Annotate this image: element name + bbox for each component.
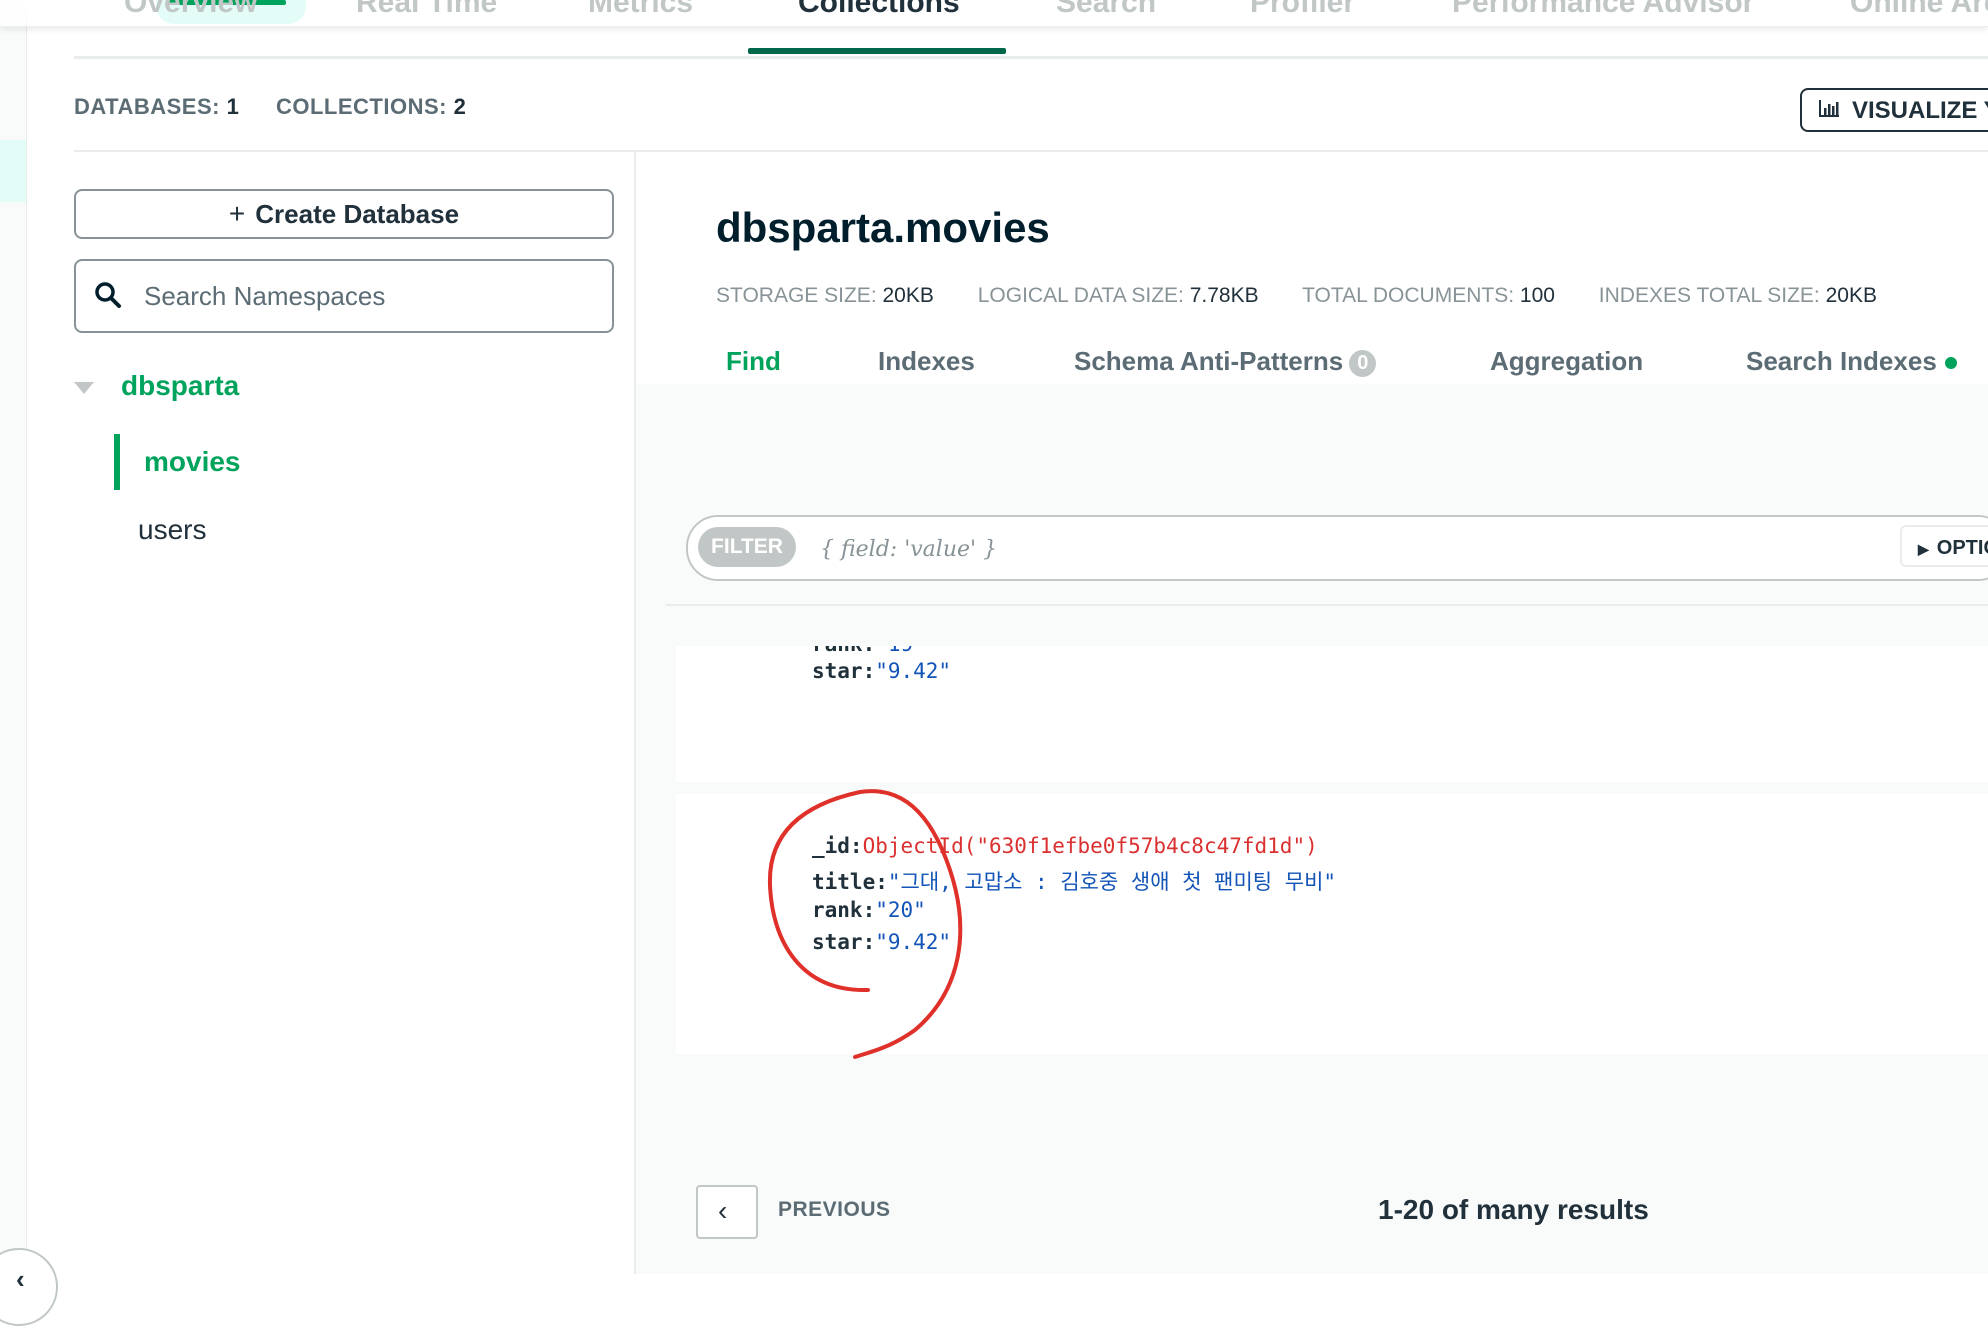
caret-right-icon: ▶ [1918, 541, 1929, 557]
anti-pattern-count-badge: 0 [1349, 349, 1377, 377]
sidebar-database-dbsparta[interactable]: dbsparta [121, 370, 239, 402]
left-nav-strip [0, 0, 27, 1274]
create-database-button[interactable]: + Create Database [74, 189, 614, 239]
tab-collections[interactable]: Collections [798, 0, 960, 36]
create-database-label: Create Database [255, 199, 460, 229]
document-field: rank:"20" [812, 898, 926, 922]
previous-page-button[interactable]: ‹ [696, 1185, 758, 1239]
search-namespaces-input[interactable] [142, 273, 586, 319]
tab-overview[interactable]: Overview [124, 0, 257, 36]
tab-schema-anti-patterns[interactable]: Schema Anti-Patterns 0 [1074, 346, 1377, 377]
document-field: title:"그대, 고맙소 : 김호중 생애 첫 팬미팅 무비" [812, 870, 1337, 894]
indexes-size-stat: INDEXES TOTAL SIZE: 20KB [1598, 284, 1877, 307]
chevron-left-icon: ‹ [16, 1264, 25, 1294]
total-documents-stat: TOTAL DOCUMENTS: 100 [1302, 284, 1555, 307]
collections-count: 2 [453, 94, 467, 119]
databases-label: DATABASES: [74, 94, 220, 119]
options-button[interactable]: ▶OPTIC [1900, 525, 1988, 567]
tab-search-indexes[interactable]: Search Indexes [1746, 346, 1957, 377]
logical-size-stat: LOGICAL DATA SIZE: 7.78KB [977, 284, 1259, 307]
document-field: rank:"19" [812, 646, 926, 656]
plus-icon: + [228, 198, 246, 229]
document-field: star:"9.42" [812, 659, 952, 683]
document-field: star:"9.42" [812, 930, 952, 954]
tab-search[interactable]: Search [1056, 0, 1156, 36]
document-field: _id:ObjectId("630f1efbe0f57b4c8c47fd1d") [812, 834, 1318, 858]
tab-aggregation[interactable]: Aggregation [1490, 346, 1643, 377]
tab-performance-advisor[interactable]: Performance Advisor [1452, 0, 1754, 36]
divider [666, 604, 1988, 606]
chevron-left-icon: ‹ [718, 1195, 728, 1226]
storage-size-stat: STORAGE SIZE: 20KB [716, 284, 934, 307]
results-count: 1-20 of many results [1378, 1194, 1649, 1225]
search-namespaces-box [74, 259, 614, 333]
tab-online-archive[interactable]: Online Archive [1850, 0, 1988, 36]
tab-metrics[interactable]: Metrics [588, 0, 693, 36]
top-tabs: Overview Real Time Metrics Collections S… [74, 0, 1988, 59]
sidebar-collection-movies[interactable]: movies [144, 446, 241, 478]
collapse-nav-button[interactable]: ‹ [0, 1248, 58, 1326]
filter-input[interactable] [818, 529, 1722, 569]
tab-indexes[interactable]: Indexes [878, 346, 975, 377]
tab-real-time[interactable]: Real Time [356, 0, 497, 36]
databases-count: 1 [226, 94, 240, 119]
active-tab-underline [748, 48, 1006, 54]
selected-indicator [114, 434, 120, 490]
previous-label[interactable]: PREVIOUS [778, 1198, 891, 1222]
search-icon [95, 282, 121, 308]
cluster-summary: DATABASES: 1 COLLECTIONS: 2 [74, 94, 496, 120]
visualize-label: VISUALIZE Y [1852, 97, 1988, 124]
visualize-button[interactable]: VISUALIZE Y [1800, 88, 1988, 132]
tab-find[interactable]: Find [726, 346, 781, 377]
filter-label: FILTER [698, 527, 796, 567]
caret-down-icon[interactable] [74, 382, 94, 394]
divider [74, 150, 1988, 152]
collection-stats: STORAGE SIZE: 20KB LOGICAL DATA SIZE: 7.… [716, 284, 1915, 308]
status-dot-icon [1944, 357, 1957, 370]
collections-label: COLLECTIONS: [275, 94, 447, 119]
collection-title: dbsparta.movies [716, 204, 1050, 251]
document-card[interactable]: rank:"19" star:"9.42" [676, 646, 1988, 782]
tab-profiler[interactable]: Profiler [1250, 0, 1355, 36]
document-card[interactable]: _id:ObjectId("630f1efbe0f57b4c8c47fd1d")… [676, 794, 1988, 1054]
sidebar-collection-users[interactable]: users [138, 514, 206, 546]
bar-chart-icon [1819, 100, 1839, 117]
filter-bar: FILTER ▶OPTIC [686, 515, 1988, 581]
